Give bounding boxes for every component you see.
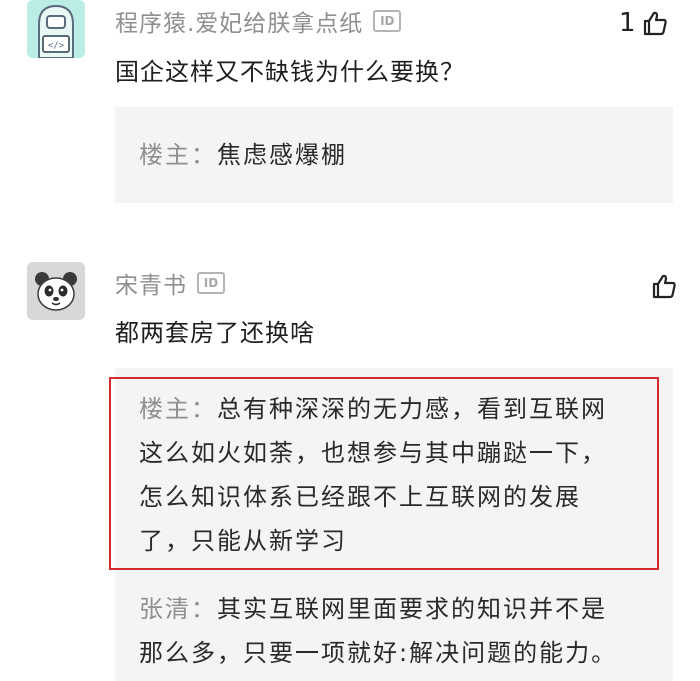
username[interactable]: 宋青书 ID xyxy=(115,266,225,300)
thumbs-up-icon xyxy=(652,274,676,299)
reply-box[interactable]: 楼主：焦虑感爆棚 xyxy=(115,107,673,203)
reply-text: 其实互联网里面要求的知识并不是 xyxy=(217,595,607,623)
reply-line: 张清：其实互联网里面要求的知识并不是 xyxy=(139,587,617,631)
reply-item: 楼主：总有种深深的无力感，看到互联网 这么如火如荼，也想参与其中蹦跶一下， 怎么… xyxy=(139,387,607,563)
reply-line: 那么多，只要一项就好:解决问题的能力。 xyxy=(139,639,618,667)
reply-author[interactable]: 张清： xyxy=(139,595,217,623)
reply-line: 楼主：总有种深深的无力感，看到互联网 xyxy=(139,387,607,431)
comment-text: 国企这样又不缺钱为什么要换？ xyxy=(115,58,465,86)
id-badge-icon: ID xyxy=(373,10,402,32)
svg-text:</>: </> xyxy=(48,41,65,51)
panda-avatar-icon xyxy=(27,262,85,320)
avatar[interactable]: </> xyxy=(27,0,85,58)
thumbs-up-icon xyxy=(643,11,667,36)
id-badge-icon: ID xyxy=(197,272,225,294)
reply-line: 这么如火如荼，也想参与其中蹦跶一下， xyxy=(139,439,607,467)
like-count: 1 xyxy=(619,8,636,38)
reply-item: 张清：其实互联网里面要求的知识并不是 那么多，只要一项就好:解决问题的能力。 xyxy=(139,587,617,675)
reply-text: 焦虑感爆棚 xyxy=(217,141,347,169)
like-button[interactable] xyxy=(645,273,677,299)
username-text: 程序猿.爱妃给朕拿点纸 xyxy=(115,11,364,37)
reply-box[interactable]: 楼主：总有种深深的无力感，看到互联网 这么如火如荼，也想参与其中蹦跶一下， 怎么… xyxy=(115,368,673,681)
like-button[interactable]: 1 xyxy=(619,8,668,38)
coder-avatar-icon: </> xyxy=(27,0,85,58)
avatar[interactable] xyxy=(27,262,85,320)
username[interactable]: 程序猿.爱妃给朕拿点纸 ID xyxy=(115,4,402,38)
comment-text: 都两套房了还换啥 xyxy=(115,319,315,347)
reply-author[interactable]: 楼主： xyxy=(139,395,217,423)
reply-line: 怎么知识体系已经跟不上互联网的发展 xyxy=(139,483,581,511)
username-text: 宋青书 xyxy=(115,273,187,299)
reply-author[interactable]: 楼主： xyxy=(139,141,217,169)
reply-item: 楼主：焦虑感爆棚 xyxy=(139,133,347,177)
reply-line: 了，只能从新学习 xyxy=(139,527,347,555)
reply-text: 总有种深深的无力感，看到互联网 xyxy=(217,395,607,423)
